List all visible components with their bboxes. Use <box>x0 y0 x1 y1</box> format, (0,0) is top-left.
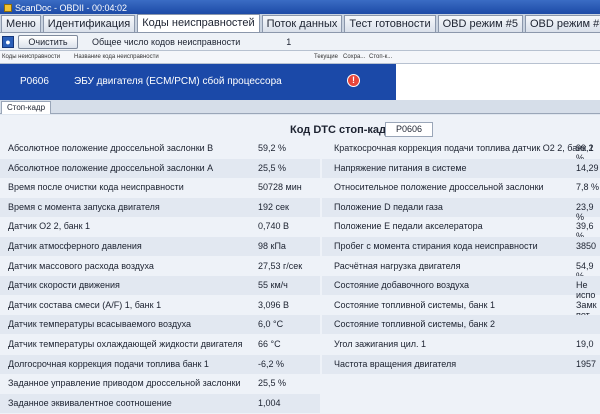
right-param-value: 23,9 % <box>576 201 594 222</box>
dtc-row-selected[interactable]: P0606 ЭБУ двигателя (ECM/PCM) сбой проце… <box>0 64 396 100</box>
warning-icon: ! <box>347 74 360 87</box>
dtc-toolbar: ● Очистить Общее число кодов неисправнос… <box>0 33 600 51</box>
right-param-value: 14,29 <box>576 162 599 173</box>
tab-freeze-frame[interactable]: Стоп-кадр <box>1 101 52 114</box>
left-param-label: Заданное эквивалентное соотношение <box>8 397 172 408</box>
left-param-label: Датчик O2 2, банк 1 <box>8 221 91 232</box>
freeze-frame-code: P0606 <box>385 122 433 137</box>
tab-1[interactable]: Идентификация <box>42 15 136 32</box>
left-param-value: 0,740 В <box>258 221 290 232</box>
header-name[interactable]: Название кода неисправности <box>74 54 159 60</box>
total-codes-value: 1 <box>286 36 292 47</box>
tab-4[interactable]: Тест готовности <box>344 15 436 32</box>
clear-codes-icon[interactable]: ● <box>2 35 14 48</box>
left-param-value: 27,53 г/сек <box>258 260 303 271</box>
right-param-label: Частота вращения двигателя <box>334 358 457 369</box>
left-param-label: Заданное управление приводом дроссельной… <box>8 378 241 389</box>
left-param-value: 192 сек <box>258 201 289 212</box>
title-bar: ScanDoc - OBDII - 00:04:02 <box>0 0 600 14</box>
main-tabs: Меню Идентификация Коды неисправностей Пото… <box>0 14 600 33</box>
left-param-label: Абсолютное положение дроссельной заслонк… <box>8 143 214 153</box>
left-param-value: 3,096 В <box>258 299 290 310</box>
right-param-label: Состояние добавочного воздуха <box>334 280 470 291</box>
left-param-value: 55 км/ч <box>258 280 288 291</box>
right-param-label: Напряжение питания в системе <box>334 162 467 173</box>
dtc-code: P0606 <box>20 76 49 87</box>
right-param-label: Краткосрочная коррекция подачи топлива д… <box>334 143 594 153</box>
tab-0[interactable]: Меню <box>1 15 41 32</box>
left-param-label: Время с момента запуска двигателя <box>8 201 160 212</box>
freeze-frame-title: Код DTC стоп-кадра <box>290 124 399 136</box>
left-param-value: 50728 мин <box>258 182 302 193</box>
header-freeze[interactable]: Стоп-к... <box>369 54 392 60</box>
right-param-label: Относительное положение дроссельной засл… <box>334 182 544 193</box>
freeze-frame-panel: Код DTC стоп-кадра P0606 Абсолютное поло… <box>0 115 600 414</box>
left-param-value: 25,5 % <box>258 162 287 173</box>
left-param-value: 66 °C <box>258 339 281 349</box>
left-param-value: 59,2 % <box>258 143 287 153</box>
left-param-label: Датчик массового расхода воздуха <box>8 260 154 271</box>
right-param-value: Не испо <box>576 280 596 301</box>
right-param-label: Положение D педали газа <box>334 201 443 212</box>
tab-2[interactable]: Коды неисправностей <box>137 14 260 32</box>
left-param-value: 1,004 <box>258 397 281 408</box>
freeze-frame-tabs: Стоп-кадр <box>0 100 600 114</box>
left-param-label: Абсолютное положение дроссельной заслонк… <box>8 162 214 173</box>
clear-button[interactable]: Очистить <box>18 34 78 49</box>
right-param-label: Состояние топливной системы, банк 1 <box>334 299 495 310</box>
right-param-label: Положение E педали акселератора <box>334 221 483 232</box>
left-param-value: 98 кПа <box>258 241 286 251</box>
tab-5[interactable]: OBD режим #5 <box>437 15 523 32</box>
tab-6[interactable]: OBD режим #6 <box>524 15 600 32</box>
right-param-value: 7,8 % <box>576 182 600 193</box>
header-current[interactable]: Текущие <box>314 54 338 60</box>
left-param-label: Датчик состава смеси (A/F) 1, банк 1 <box>8 299 162 310</box>
header-code[interactable]: Коды неисправности <box>2 54 60 60</box>
left-param-label: Долгосрочная коррекция подачи топлива ба… <box>8 358 209 369</box>
left-param-label: Датчик температуры охлаждающей жидкости … <box>8 339 243 349</box>
total-codes-label: Общее число кодов неисправности <box>92 36 241 47</box>
left-param-label: Время после очистки кода неисправности <box>8 182 184 193</box>
left-param-label: Датчик температуры всасываемого воздуха <box>8 319 191 330</box>
right-param-value: 3850 <box>576 241 597 251</box>
app-icon <box>4 3 12 12</box>
left-param-value: 6,0 °C <box>258 319 284 330</box>
header-stored[interactable]: Сохра... <box>343 54 365 60</box>
window-title: ScanDoc - OBDII - 00:04:02 <box>15 2 128 13</box>
left-param-label: Датчик атмосферного давления <box>8 241 142 251</box>
dtc-table: P0606 ЭБУ двигателя (ECM/PCM) сбой проце… <box>0 64 600 100</box>
right-param-label: Состояние топливной системы, банк 2 <box>334 319 495 330</box>
right-param-value: 19,0 <box>576 339 594 349</box>
right-param-label: Угол зажигания цил. 1 <box>334 339 427 349</box>
right-param-value: 1957 <box>576 358 597 369</box>
right-param-label: Пробег с момента стирания кода неисправн… <box>334 241 538 251</box>
left-param-value: 25,5 % <box>258 378 287 389</box>
right-param-label: Расчётная нагрузка двигателя <box>334 260 461 271</box>
left-param-value: -6,2 % <box>258 358 285 369</box>
dtc-description: ЭБУ двигателя (ECM/PCM) сбой процессора <box>74 76 282 87</box>
dtc-table-header: Коды неисправности Название кода неиспра… <box>0 51 600 64</box>
left-param-label: Датчик скорости движения <box>8 280 120 291</box>
tab-3[interactable]: Поток данных <box>261 15 343 32</box>
